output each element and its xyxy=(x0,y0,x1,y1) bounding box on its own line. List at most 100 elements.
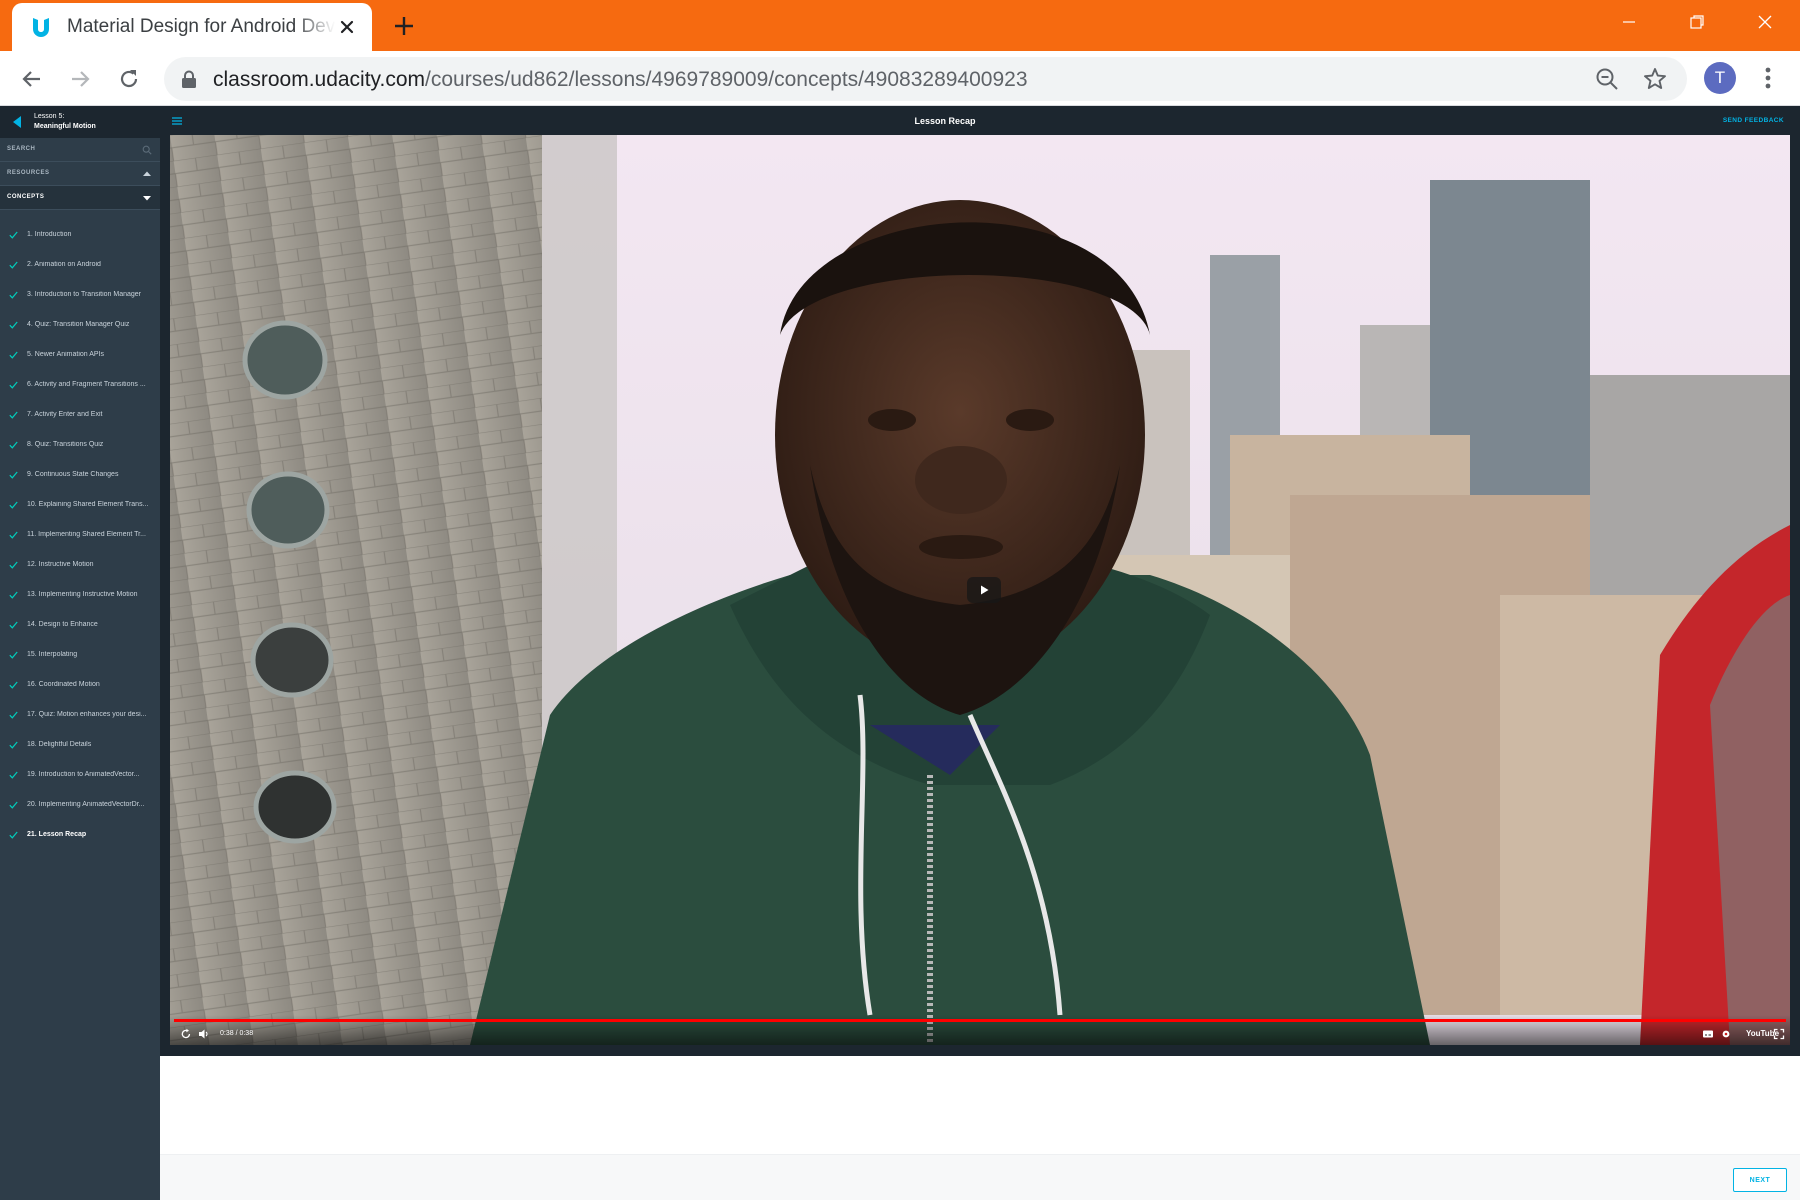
send-feedback-link[interactable]: SEND FEEDBACK xyxy=(1723,117,1784,124)
reload-icon[interactable] xyxy=(113,63,145,95)
checkmark-icon xyxy=(9,291,18,299)
concept-item-current[interactable]: 21. Lesson Recap xyxy=(0,822,160,848)
concept-item[interactable]: 7. Activity Enter and Exit xyxy=(0,402,160,428)
concept-item[interactable]: 17. Quiz: Motion enhances your desi... xyxy=(0,702,160,728)
concept-item[interactable]: 19. Introduction to AnimatedVector... xyxy=(0,762,160,788)
concept-title: Lesson Recap xyxy=(914,116,976,126)
concept-item-label: 1. Introduction xyxy=(27,231,72,238)
concept-item-label: 19. Introduction to AnimatedVector... xyxy=(27,771,140,778)
concept-item[interactable]: 9. Continuous State Changes xyxy=(0,462,160,488)
tab-title: Material Design for Android Developers xyxy=(67,16,335,37)
concept-item[interactable]: 18. Delightful Details xyxy=(0,732,160,758)
concept-item[interactable]: 11. Implementing Shared Element Tr... xyxy=(0,522,160,548)
replay-icon[interactable] xyxy=(180,1028,192,1040)
concept-item[interactable]: 14. Design to Enhance xyxy=(0,612,160,638)
concept-item[interactable]: 3. Introduction to Transition Manager xyxy=(0,282,160,308)
checkmark-icon xyxy=(9,651,18,659)
new-tab-icon[interactable] xyxy=(390,12,418,40)
concept-item[interactable]: 8. Quiz: Transitions Quiz xyxy=(0,432,160,458)
concept-item[interactable]: 16. Coordinated Motion xyxy=(0,672,160,698)
concept-item-label: 21. Lesson Recap xyxy=(27,831,87,838)
more-menu-icon[interactable] xyxy=(1756,62,1780,94)
close-tab-icon[interactable] xyxy=(336,16,358,38)
url-path: /courses/ud862/lessons/4969789009/concep… xyxy=(425,68,1028,91)
concepts-label: CONCEPTS xyxy=(7,194,45,200)
concept-item-label: 15. Interpolating xyxy=(27,651,78,658)
settings-gear-icon[interactable] xyxy=(1720,1028,1732,1040)
concept-item-label: 16. Coordinated Motion xyxy=(27,681,100,688)
sidebar-resources[interactable]: RESOURCES xyxy=(0,162,160,186)
zoom-out-icon[interactable] xyxy=(1594,66,1620,92)
checkmark-icon xyxy=(9,621,18,629)
concept-item-label: 17. Quiz: Motion enhances your desi... xyxy=(27,711,147,718)
concept-item[interactable]: 12. Instructive Motion xyxy=(0,552,160,578)
concept-item-label: 20. Implementing AnimatedVectorDr... xyxy=(27,801,145,808)
concept-item[interactable]: 6. Activity and Fragment Transitions ... xyxy=(0,372,160,398)
checkmark-icon xyxy=(9,591,18,599)
concept-item-label: 8. Quiz: Transitions Quiz xyxy=(27,441,104,448)
checkmark-icon xyxy=(9,471,18,479)
play-icon[interactable] xyxy=(967,577,1001,603)
checkmark-icon xyxy=(9,831,18,839)
url-host: classroom.udacity.com xyxy=(213,68,426,91)
video-progress-bar[interactable] xyxy=(174,1019,1786,1022)
concept-item-label: 2. Animation on Android xyxy=(27,261,101,268)
close-window-icon[interactable] xyxy=(1742,6,1788,38)
checkmark-icon xyxy=(9,711,18,719)
concept-item-label: 4. Quiz: Transition Manager Quiz xyxy=(27,321,130,328)
url-text[interactable]: classroom.udacity.com/courses/ud862/less… xyxy=(213,68,1028,92)
checkmark-icon xyxy=(9,381,18,389)
concept-item-label: 9. Continuous State Changes xyxy=(27,471,119,478)
lesson-name: Meaningful Motion xyxy=(34,123,96,130)
checkmark-icon xyxy=(9,561,18,569)
checkmark-icon xyxy=(9,741,18,749)
browser-toolbar: classroom.udacity.com/courses/ud862/less… xyxy=(0,51,1800,106)
concept-item[interactable]: 10. Explaining Shared Element Trans... xyxy=(0,492,160,518)
video-timecode: 0:38 / 0:38 xyxy=(220,1030,254,1037)
concept-item-label: 10. Explaining Shared Element Trans... xyxy=(27,501,149,508)
concept-item[interactable]: 1. Introduction xyxy=(0,222,160,248)
concept-area: Lesson Recap SEND FEEDBACK 0:38 / 0:38 Y… xyxy=(160,106,1800,1056)
browser-titlebar: Material Design for Android Developers xyxy=(0,0,1800,51)
address-bar[interactable]: classroom.udacity.com/courses/ud862/less… xyxy=(164,57,1687,101)
minimize-window-icon[interactable] xyxy=(1606,6,1652,38)
checkmark-icon xyxy=(9,231,18,239)
concept-item-label: 11. Implementing Shared Element Tr... xyxy=(27,531,146,538)
fullscreen-icon[interactable] xyxy=(1773,1028,1785,1040)
lock-icon[interactable] xyxy=(181,70,197,88)
concept-item-label: 14. Design to Enhance xyxy=(27,621,98,628)
concept-footer: NEXT xyxy=(160,1154,1800,1200)
back-arrow-icon[interactable] xyxy=(16,63,48,95)
search-label: SEARCH xyxy=(7,146,36,152)
udacity-logo-icon xyxy=(33,18,49,37)
sidebar-search[interactable]: SEARCH xyxy=(0,138,160,162)
back-to-course-icon[interactable] xyxy=(13,116,21,128)
forward-arrow-icon[interactable] xyxy=(64,63,96,95)
bookmark-star-icon[interactable] xyxy=(1642,66,1668,92)
restore-window-icon[interactable] xyxy=(1674,6,1720,38)
concept-item[interactable]: 5. Newer Animation APIs xyxy=(0,342,160,368)
profile-avatar[interactable]: T xyxy=(1704,62,1736,94)
browser-tab[interactable]: Material Design for Android Developers xyxy=(12,3,372,51)
checkmark-icon xyxy=(9,771,18,779)
concept-item-label: 5. Newer Animation APIs xyxy=(27,351,105,358)
lesson-header[interactable]: Lesson 5: Meaningful Motion xyxy=(0,106,160,138)
concept-item-label: 6. Activity and Fragment Transitions ... xyxy=(27,381,146,388)
concept-item[interactable]: 20. Implementing AnimatedVectorDr... xyxy=(0,792,160,818)
concept-item[interactable]: 4. Quiz: Transition Manager Quiz xyxy=(0,312,160,338)
lesson-sidebar: Lesson 5: Meaningful Motion SEARCH RESOU… xyxy=(0,106,160,1200)
concept-item-label: 3. Introduction to Transition Manager xyxy=(27,291,142,298)
concept-item[interactable]: 2. Animation on Android xyxy=(0,252,160,278)
checkmark-icon xyxy=(9,261,18,269)
checkmark-icon xyxy=(9,681,18,689)
sidebar-concepts[interactable]: CONCEPTS xyxy=(0,186,160,210)
volume-icon[interactable] xyxy=(198,1028,210,1040)
concept-item[interactable]: 13. Implementing Instructive Motion xyxy=(0,582,160,608)
search-icon[interactable] xyxy=(142,145,152,155)
concept-item[interactable]: 15. Interpolating xyxy=(0,642,160,668)
subtitles-icon[interactable] xyxy=(1702,1028,1714,1040)
concept-item-label: 7. Activity Enter and Exit xyxy=(27,411,103,418)
next-button[interactable]: NEXT xyxy=(1733,1168,1787,1192)
video-player[interactable]: 0:38 / 0:38 YouTube xyxy=(170,135,1790,1045)
classroom-main: Lesson Recap SEND FEEDBACK 0:38 / 0:38 Y… xyxy=(160,106,1800,1200)
